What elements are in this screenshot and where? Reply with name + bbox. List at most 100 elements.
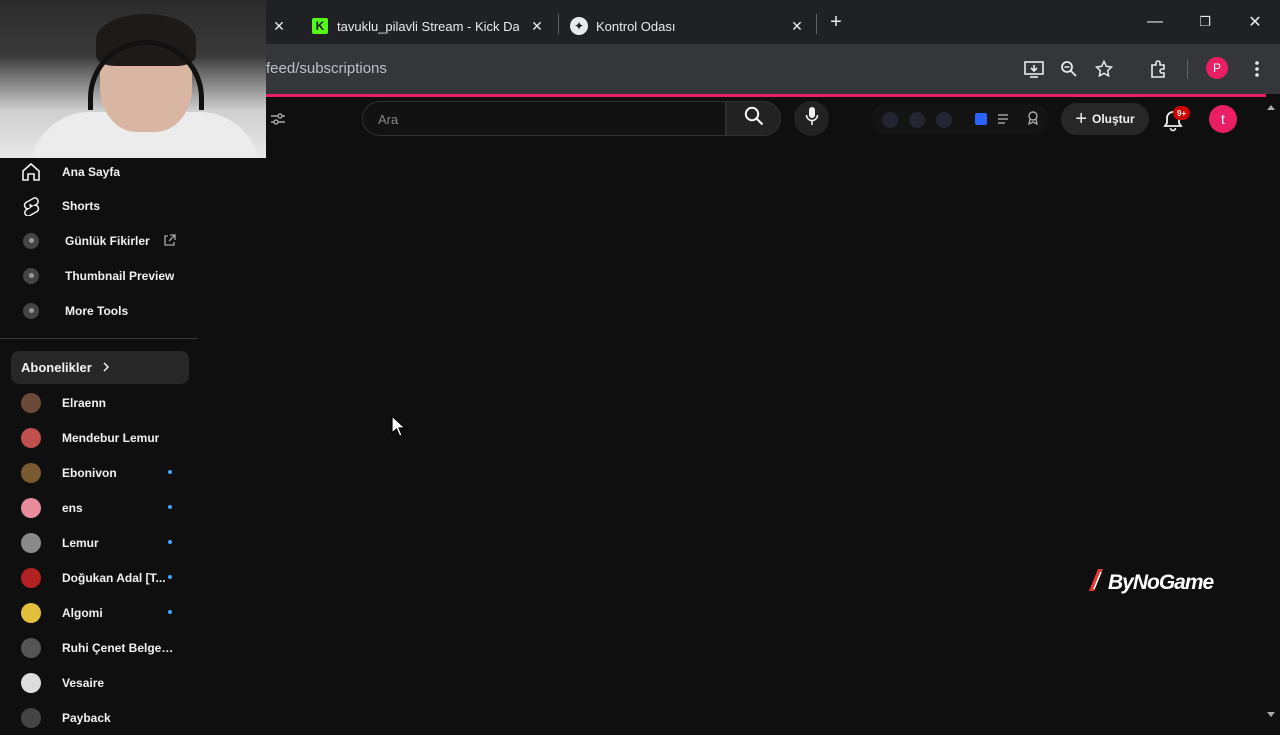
sidebar-channel-item[interactable]: Lemur [0, 525, 198, 560]
bookmark-star-icon[interactable] [1092, 57, 1116, 81]
extension-icon [21, 266, 41, 286]
address-bar[interactable]: feed/subscriptions [266, 60, 387, 77]
channel-avatar [21, 427, 41, 448]
microphone-icon [805, 106, 819, 131]
extension-placeholder-icon[interactable] [909, 112, 925, 128]
sidebar-item-label: Ana Sayfa [62, 164, 121, 179]
sidebar-channel-item[interactable]: Ebonivon [0, 455, 198, 490]
zoom-icon[interactable] [1057, 57, 1081, 81]
page-load-progress-bar [266, 94, 1266, 97]
browser-profile-avatar[interactable]: P [1206, 57, 1228, 79]
sidebar-item-more-tools[interactable]: More Tools [0, 293, 198, 328]
award-icon[interactable] [1027, 111, 1039, 130]
channel-name: Lemur [62, 535, 99, 550]
channel-name: Ruhi Çenet Belgese... [62, 640, 178, 655]
search-input[interactable]: Ara [362, 101, 726, 136]
notification-count-badge: 9+ [1173, 106, 1191, 120]
scroll-up-arrow-icon[interactable] [1266, 98, 1276, 116]
channel-name: Mendebur Lemur [62, 430, 160, 445]
channel-avatar [21, 532, 41, 553]
channel-avatar [21, 672, 41, 693]
kontrol-odasi-logo-icon: ✦ [570, 17, 588, 35]
tab-separator [558, 14, 559, 34]
channel-avatar [21, 602, 41, 623]
search-placeholder: Ara [378, 112, 399, 127]
new-content-dot [168, 505, 172, 509]
scroll-down-arrow-icon[interactable] [1266, 706, 1276, 724]
install-app-icon[interactable] [1022, 57, 1046, 81]
new-content-dot [168, 575, 172, 579]
voice-search-button[interactable] [794, 101, 829, 136]
subscriptions-header[interactable]: Abonelikler [11, 351, 189, 384]
watermark-text: ByNoGame [1108, 571, 1214, 594]
extension-toolbar [872, 104, 1048, 134]
channel-name: Algomi [62, 605, 103, 620]
extension-icon [21, 231, 41, 251]
extension-blue-icon[interactable] [975, 113, 987, 125]
sidebar-item-home[interactable]: Ana Sayfa [0, 154, 198, 189]
channel-name: Elraenn [62, 395, 107, 410]
extensions-puzzle-icon[interactable] [1147, 57, 1171, 81]
sidebar-item-label: More Tools [65, 303, 129, 318]
sidebar-item-shorts[interactable]: Shorts [0, 188, 198, 223]
channel-avatar [21, 567, 41, 588]
sidebar-channel-item[interactable]: Doğukan Adal [T... [0, 560, 198, 595]
tab-youtube-partial[interactable]: ✕ [266, 8, 296, 44]
sidebar-channel-item[interactable]: Vesaire [0, 665, 198, 700]
sidebar-channel-item[interactable]: ens [0, 490, 198, 525]
browser-menu-icon[interactable] [1245, 57, 1269, 81]
minimize-button[interactable]: — [1140, 8, 1170, 36]
extension-placeholder-icon[interactable] [936, 112, 952, 128]
shorts-icon [21, 196, 41, 216]
filter-settings-icon[interactable] [270, 112, 286, 131]
list-icon[interactable] [997, 112, 1009, 130]
channel-name: Doğukan Adal [T... [62, 570, 166, 585]
close-tab-icon[interactable]: ✕ [270, 17, 288, 35]
sidebar-divider [0, 338, 198, 339]
channel-avatar [21, 462, 41, 483]
sidebar-item-label: Günlük Fikirler [65, 233, 150, 248]
sidebar-item-thumbnail-preview[interactable]: Thumbnail Preview [0, 258, 198, 293]
sidebar-item-label: Shorts [62, 198, 101, 213]
extension-icon [21, 301, 41, 321]
sidebar-channel-item[interactable]: Payback [0, 700, 198, 735]
sidebar-channel-item[interactable]: Elraenn [0, 385, 198, 420]
new-tab-button[interactable]: + [821, 8, 851, 36]
bynogame-logo-icon [1086, 568, 1106, 598]
close-tab-icon[interactable]: ✕ [788, 17, 806, 35]
channel-avatar [21, 392, 41, 413]
tab-kick-stream[interactable]: K tavuklu_pilavli Stream - Kick Da ✕ [300, 8, 552, 44]
channel-avatar [21, 497, 41, 518]
new-content-dot [168, 540, 172, 544]
new-content-dot [168, 470, 172, 474]
channel-avatar [21, 637, 41, 658]
external-link-icon [163, 234, 176, 250]
tab-kontrol-odasi[interactable]: ✦ Kontrol Odası ✕ [562, 8, 812, 44]
close-window-button[interactable]: ✕ [1240, 8, 1270, 36]
channel-name: Payback [62, 710, 111, 725]
close-tab-icon[interactable]: ✕ [528, 17, 546, 35]
sidebar-item-gunluk-fikirler[interactable]: Günlük Fikirler [0, 223, 198, 258]
bynogame-watermark: ByNoGame [1086, 568, 1214, 598]
toolbar-separator [1187, 59, 1188, 79]
search-button[interactable] [726, 101, 781, 136]
tab-title: Kontrol Odası [596, 18, 676, 34]
restore-button[interactable]: ❐ [1190, 8, 1220, 36]
channel-name: ens [62, 500, 83, 515]
plus-icon: + [1075, 108, 1087, 130]
search-icon [744, 106, 764, 131]
channel-name: Ebonivon [62, 465, 117, 480]
channel-name: Vesaire [62, 675, 105, 690]
home-icon [21, 162, 41, 182]
account-avatar[interactable]: t [1209, 105, 1237, 133]
sidebar-item-label: Thumbnail Preview [65, 268, 175, 283]
kick-logo-icon: K [312, 18, 328, 34]
create-button[interactable]: + Oluştur [1061, 103, 1149, 135]
chevron-right-icon [102, 360, 110, 375]
webcam-overlay [0, 0, 266, 158]
sidebar-channel-item[interactable]: Algomi [0, 595, 198, 630]
extension-placeholder-icon[interactable] [882, 112, 898, 128]
sidebar-channel-item[interactable]: Mendebur Lemur [0, 420, 198, 455]
sidebar-channel-item[interactable]: Ruhi Çenet Belgese... [0, 630, 198, 665]
new-content-dot [168, 610, 172, 614]
